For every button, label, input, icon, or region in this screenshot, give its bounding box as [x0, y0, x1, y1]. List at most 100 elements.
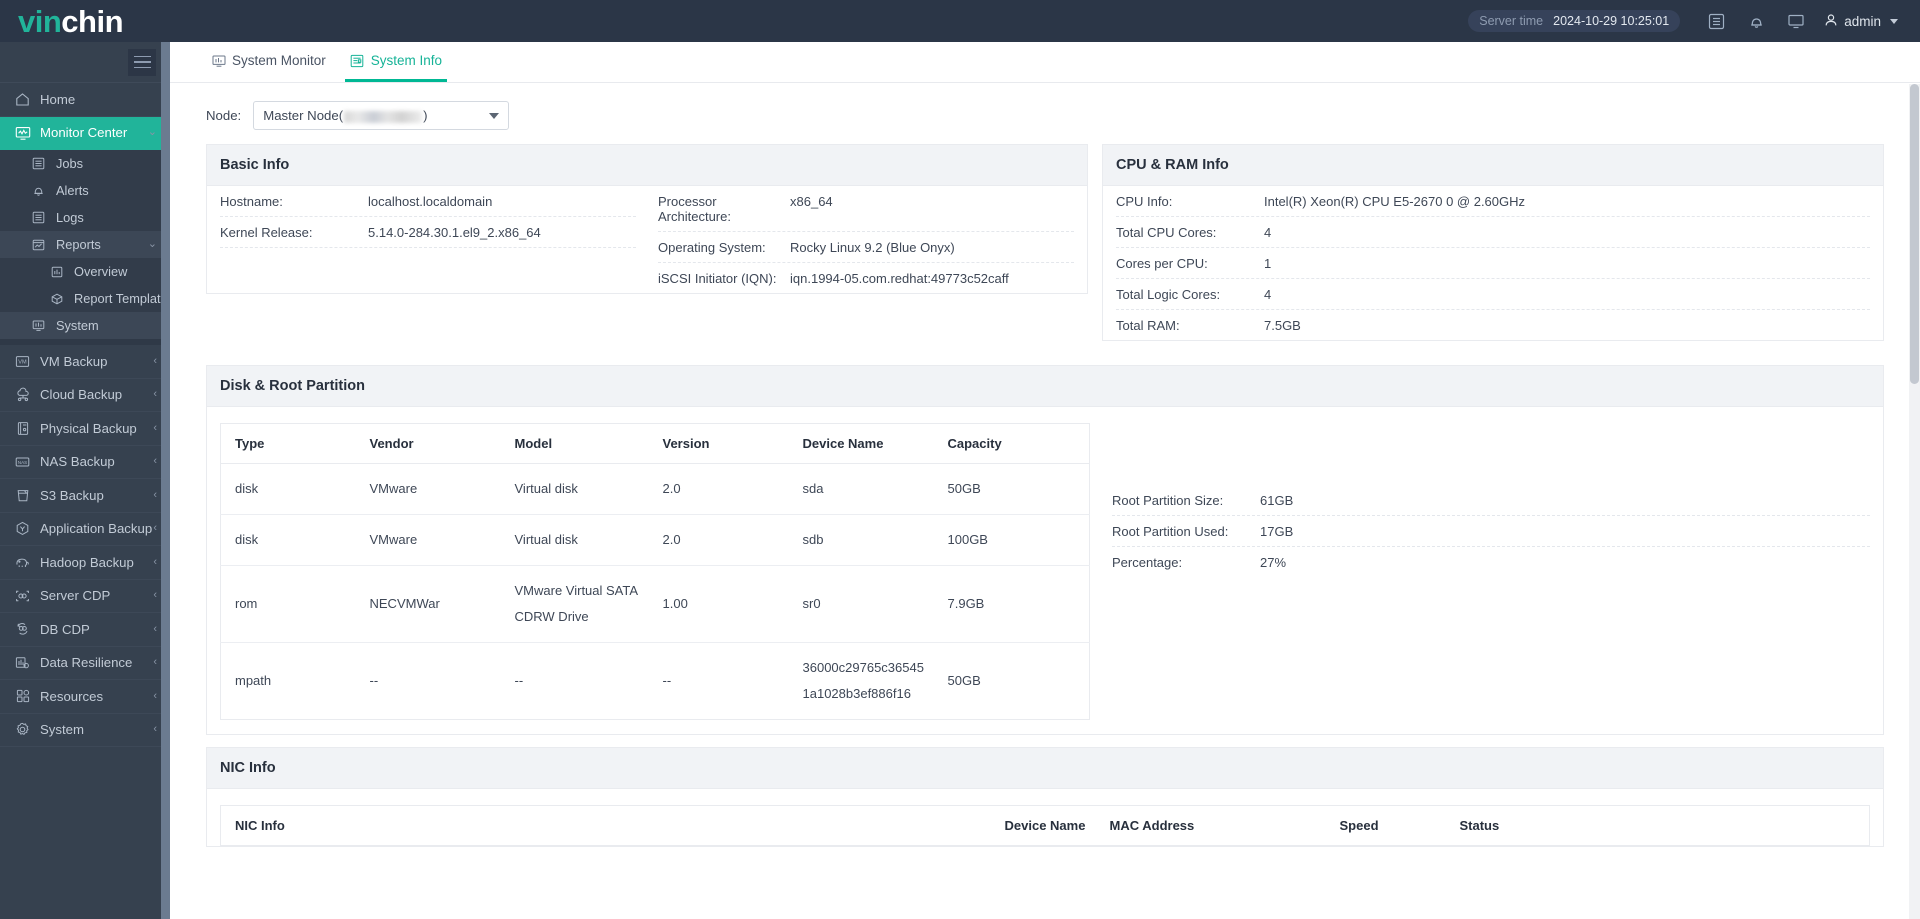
field-total-logic-cores: Total Logic Cores: 4	[1116, 279, 1870, 310]
resources-icon	[14, 688, 31, 705]
monitor-icon	[211, 53, 226, 68]
hamburger-icon[interactable]	[128, 48, 156, 76]
sidebar-item-label: System	[40, 722, 84, 738]
sidebar-item-system-monitor[interactable]: System	[0, 312, 170, 339]
field-label: Hostname:	[220, 194, 283, 209]
cell-vendor: --	[369, 673, 379, 688]
sidebar-item-vm-backup[interactable]: VM VM Backup ‹	[0, 345, 170, 379]
chevron-left-icon: ‹	[153, 421, 157, 434]
home-icon	[14, 91, 31, 108]
cell-capacity: 100GB	[933, 514, 1090, 566]
cell-type: mpath	[235, 673, 272, 688]
sidebar-scrollbar[interactable]	[161, 42, 170, 919]
chevron-left-icon: ‹	[153, 388, 157, 401]
field-label: Total CPU Cores:	[1116, 225, 1217, 240]
root-partition-block: Root Partition Size: 61GB Root Partition…	[1112, 423, 1870, 720]
sidebar-item-monitor-center[interactable]: Monitor Center ⌄	[0, 116, 170, 150]
sidebar-item-label: Report Template	[74, 291, 168, 306]
field-label: iSCSI Initiator (IQN):	[658, 271, 777, 286]
sidebar-item-report-template[interactable]: Report Template	[0, 285, 170, 312]
sidebar-item-home[interactable]: Home	[0, 83, 170, 117]
table-row[interactable]: mpath -- -- -- 36000c29765c36545 1a1028b…	[221, 643, 1090, 720]
cell-device: sr0	[788, 565, 934, 643]
sidebar-item-logs[interactable]: Logs	[0, 204, 170, 231]
col-speed: Speed	[1325, 805, 1446, 846]
sidebar-item-label: DB CDP	[40, 621, 90, 637]
field-hostname: Hostname: localhost.localdomain	[220, 186, 636, 217]
sidebar-item-label: Monitor Center	[40, 125, 128, 141]
cell-type: rom	[220, 565, 356, 643]
scrollbar-thumb[interactable]	[1910, 84, 1919, 384]
server-time-label: Server time	[1479, 14, 1544, 28]
sidebar-item-hadoop-backup[interactable]: Hadoop Backup ‹	[0, 546, 170, 580]
server-icon	[14, 420, 31, 437]
list-icon[interactable]	[1696, 0, 1736, 42]
page-scrollbar[interactable]	[1909, 84, 1920, 919]
cell-device: 36000c29765c36545 1a1028b3ef886f16	[802, 660, 924, 701]
field-value: 27%	[1260, 555, 1287, 570]
sidebar-item-nas-backup[interactable]: NAS NAS Backup ‹	[0, 446, 170, 479]
chevron-left-icon: ‹	[153, 589, 157, 602]
sidebar-item-alerts[interactable]: Alerts	[0, 177, 170, 204]
node-select[interactable]: Master Node()	[253, 101, 510, 130]
nic-table: NIC Info Device Name MAC Address Speed S…	[220, 805, 1870, 846]
sidebar-item-server-cdp[interactable]: Server CDP ‹	[0, 580, 170, 613]
sidebar-item-jobs[interactable]: Jobs	[0, 150, 170, 177]
chevron-left-icon: ‹	[153, 522, 157, 535]
sidebar-item-data-resilience[interactable]: Data Resilience ‹	[0, 647, 170, 680]
cell-model: --	[514, 673, 524, 688]
sidebar-item-cloud-backup[interactable]: Cloud Backup ‹	[0, 379, 170, 412]
monitor-icon[interactable]	[1776, 0, 1816, 42]
disk-table: Type Vendor Model Version Device Name Ca…	[220, 423, 1090, 720]
tab-system-info[interactable]: System Info	[344, 42, 448, 82]
gear-icon	[14, 721, 31, 738]
cell-device: sdb	[788, 514, 934, 566]
field-spacer	[220, 248, 636, 286]
cell-capacity: 50GB	[933, 463, 1090, 515]
field-root-partition-used: Root Partition Used: 17GB	[1112, 516, 1870, 547]
monitor-center-icon	[14, 124, 31, 141]
sidebar-item-s3-backup[interactable]: S3 Backup ‹	[0, 479, 170, 513]
report-template-icon	[48, 290, 65, 307]
sidebar-item-db-cdp[interactable]: DB CDP ‹	[0, 613, 170, 647]
cell-capacity: 50GB	[947, 673, 981, 688]
field-value: iqn.1994-05.com.redhat:49773c52caff	[790, 271, 1009, 286]
sidebar-item-application-backup[interactable]: Application Backup ‹	[0, 513, 170, 546]
disk-section-title: Disk & Root Partition	[207, 366, 1883, 407]
cell-device: sda	[788, 463, 934, 515]
cell-version: 2.0	[648, 463, 789, 515]
page-scroll-area: Node: Master Node() Basic Info Hostname:…	[170, 83, 1920, 919]
sidebar-item-overview[interactable]: Overview	[0, 258, 170, 285]
node-label: Node:	[206, 108, 242, 123]
sidebar: Home Monitor Center ⌄ Jobs Alerts Logs R…	[0, 42, 170, 919]
data-resilience-icon	[14, 654, 31, 671]
cell-model: VMware Virtual SATA CDRW Drive	[500, 565, 649, 643]
sidebar-item-physical-backup[interactable]: Physical Backup ‹	[0, 412, 170, 446]
field-label: Operating System:	[658, 240, 766, 255]
sidebar-item-resources[interactable]: Resources ‹	[0, 680, 170, 714]
sidebar-item-label: Jobs	[56, 156, 84, 171]
sidebar-item-label: Physical Backup	[40, 420, 137, 436]
chevron-left-icon: ‹	[153, 455, 157, 468]
field-kernel-release: Kernel Release: 5.14.0-284.30.1.el9_2.x8…	[220, 217, 636, 248]
server-time-badge: Server time 2024-10-29 10:25:01	[1468, 10, 1681, 32]
sidebar-item-label: S3 Backup	[40, 487, 104, 503]
bell-icon[interactable]	[1736, 0, 1776, 42]
alerts-icon	[30, 182, 47, 199]
brand-logo[interactable]: vinchin	[0, 6, 124, 37]
field-operating-system: Operating System: Rocky Linux 9.2 (Blue …	[658, 232, 1074, 263]
chevron-left-icon: ‹	[153, 656, 157, 669]
user-menu[interactable]: admin	[1824, 13, 1902, 30]
sidebar-item-system[interactable]: System ‹	[0, 714, 170, 747]
table-row[interactable]: disk VMware Virtual disk 2.0 sda 50GB	[220, 463, 1090, 515]
main-area: System Monitor System Info Node: Master …	[170, 42, 1920, 919]
table-row[interactable]: disk VMware Virtual disk 2.0 sdb 100GB	[220, 514, 1090, 566]
app-root: vinchin Server time 2024-10-29 10:25:01	[0, 0, 1920, 919]
tab-system-monitor[interactable]: System Monitor	[206, 42, 331, 82]
table-row[interactable]: rom NECVMWar VMware Virtual SATA CDRW Dr…	[220, 565, 1090, 643]
field-label: Kernel Release:	[220, 225, 313, 240]
sidebar-item-label: Overview	[74, 264, 128, 279]
chevron-down-icon	[1890, 18, 1898, 24]
sidebar-item-reports[interactable]: Reports ⌄	[0, 231, 170, 258]
nas-icon: NAS	[14, 453, 31, 470]
